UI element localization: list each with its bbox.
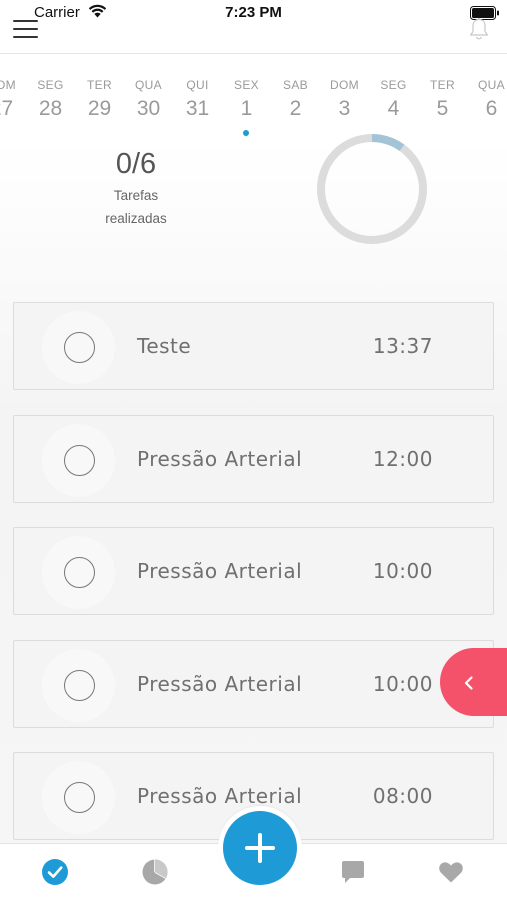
task-item[interactable]: Pressão Arterial 12:00 — [13, 415, 494, 503]
hamburger-menu-icon[interactable] — [13, 18, 39, 44]
day-ter-5[interactable]: TER 5 — [418, 78, 467, 121]
day-qui-31[interactable]: QUI 31 — [173, 78, 222, 121]
day-number: 28 — [38, 97, 63, 120]
tasks-summary: 0/6 Tarefas realizadas — [86, 148, 186, 230]
task-title: Pressão Arterial — [137, 784, 303, 808]
status-bar: Carrier 7:23 PM — [0, 0, 507, 26]
chevron-left-icon — [464, 676, 473, 690]
day-number: 31 — [185, 97, 210, 120]
progress-ring — [317, 134, 427, 244]
tasks-done-label-line1: Tarefas — [113, 188, 159, 203]
task-item[interactable]: Pressão Arterial 10:00 — [13, 527, 494, 615]
selected-day-indicator — [243, 130, 249, 136]
task-complete-checkbox[interactable] — [64, 670, 95, 701]
day-number: 4 — [387, 97, 400, 120]
day-name: TER — [430, 78, 455, 92]
pie-chart-icon — [142, 859, 168, 885]
day-name: QUA — [478, 78, 505, 92]
progress-ring-fill — [371, 134, 405, 152]
week-day-selector: DOM 27 SEG 28 TER 29 QUA 30 QUI 31 SEX 1 SAB 2 DOM 3 SEG… — [0, 78, 507, 138]
day-number: 30 — [136, 97, 161, 120]
day-number: 3 — [338, 97, 351, 120]
task-title: Teste — [137, 334, 192, 358]
task-time: 12:00 — [372, 447, 433, 471]
app-screen: Carrier 7:23 PM DOM 27 SEG 28 TER 29 QUA 30 QUI 3… — [0, 0, 507, 900]
day-name: SEG — [37, 78, 64, 92]
task-time: 10:00 — [372, 559, 433, 583]
task-complete-checkbox[interactable] — [64, 557, 95, 588]
day-ter-29[interactable]: TER 29 — [75, 78, 124, 121]
day-number: 29 — [87, 97, 112, 120]
tasks-done-count: 0/6 — [115, 148, 157, 180]
bell-icon[interactable] — [468, 17, 490, 41]
task-title: Pressão Arterial — [137, 672, 303, 696]
day-qua-6[interactable]: QUA 6 — [467, 78, 507, 121]
day-dom-3[interactable]: DOM 3 — [320, 78, 369, 121]
tab-messages[interactable] — [339, 858, 369, 888]
day-sab-2[interactable]: SAB 2 — [271, 78, 320, 121]
day-name: SAB — [283, 78, 308, 92]
tasks-done-label: Tarefas realizadas — [86, 184, 186, 230]
day-name: DOM — [0, 78, 16, 92]
day-number: 2 — [289, 97, 302, 120]
day-number: 1 — [240, 97, 253, 120]
day-dom-27[interactable]: DOM 27 — [0, 78, 26, 121]
day-number: 6 — [485, 97, 498, 120]
task-time: 10:00 — [372, 672, 433, 696]
day-name: QUI — [186, 78, 209, 92]
progress-ring-track — [317, 134, 427, 244]
day-seg-4[interactable]: SEG 4 — [369, 78, 418, 121]
day-seg-28[interactable]: SEG 28 — [26, 78, 75, 121]
task-time: 08:00 — [372, 784, 433, 808]
task-item[interactable]: Pressão Arterial 10:00 — [13, 640, 494, 728]
day-number: 27 — [0, 97, 14, 120]
tab-tasks[interactable] — [41, 858, 71, 888]
tab-reports[interactable] — [141, 858, 171, 888]
tasks-done-label-line2: realizadas — [105, 211, 167, 226]
check-circle-icon — [42, 859, 68, 885]
task-title: Pressão Arterial — [137, 559, 303, 583]
day-name: DOM — [330, 78, 359, 92]
day-qua-30[interactable]: QUA 30 — [124, 78, 173, 121]
add-task-button[interactable] — [223, 811, 297, 885]
task-title: Pressão Arterial — [137, 447, 303, 471]
tab-health[interactable] — [437, 858, 467, 888]
day-name: SEG — [380, 78, 407, 92]
day-number: 5 — [436, 97, 449, 120]
task-complete-checkbox[interactable] — [64, 445, 95, 476]
day-name: SEX — [234, 78, 259, 92]
task-complete-checkbox[interactable] — [64, 332, 95, 363]
task-item[interactable]: Teste 13:37 — [13, 302, 494, 390]
nav-bar — [0, 17, 507, 54]
day-name: QUA — [135, 78, 162, 92]
day-sex-1[interactable]: SEX 1 — [222, 78, 271, 136]
task-complete-checkbox[interactable] — [64, 782, 95, 813]
plus-icon — [245, 833, 275, 863]
chat-bubble-icon — [342, 861, 364, 883]
heart-icon — [439, 862, 463, 883]
clock-time: 7:23 PM — [225, 4, 282, 21]
side-panel-tab[interactable] — [440, 648, 507, 716]
task-time: 13:37 — [372, 334, 433, 358]
day-name: TER — [87, 78, 112, 92]
